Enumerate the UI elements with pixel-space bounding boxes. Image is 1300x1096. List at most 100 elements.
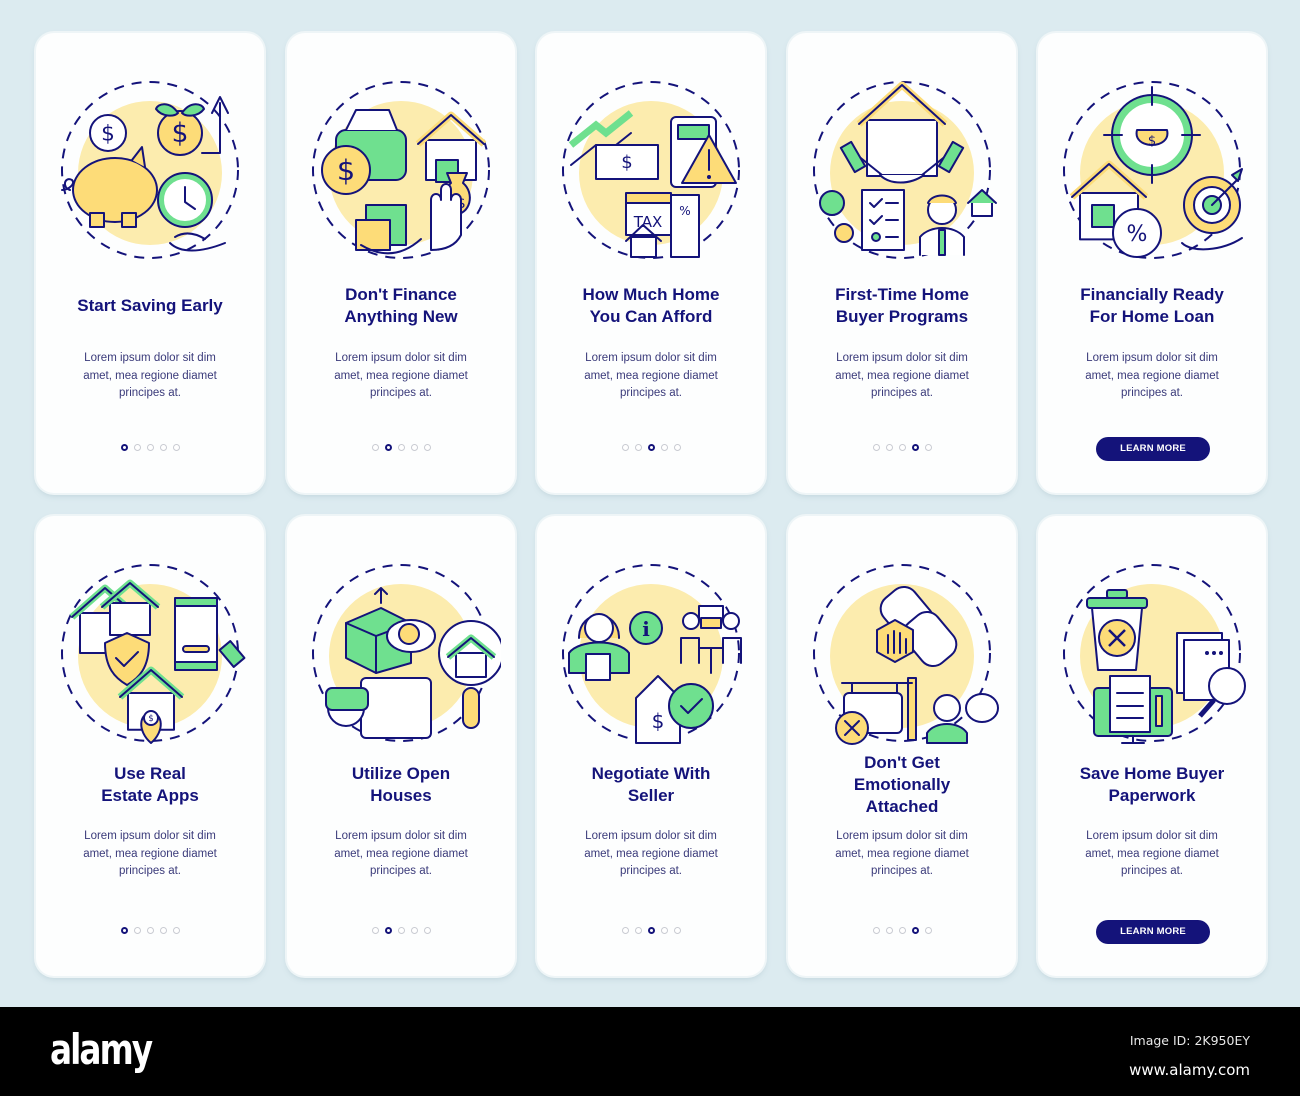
card-description: Lorem ipsum dolor sit dim amet, mea regi… xyxy=(835,830,969,877)
documents-paperwork-icon xyxy=(1052,558,1252,748)
pagination-dots xyxy=(788,927,1016,937)
svg-text:$: $ xyxy=(101,122,115,147)
pagination-dots xyxy=(36,444,264,454)
car-house-shopping-stop-icon-art: $$ xyxy=(312,81,490,259)
pagination-dots xyxy=(287,927,515,937)
pagination-dot[interactable] xyxy=(924,927,932,934)
pagination-dot[interactable] xyxy=(885,927,893,934)
pagination-dot[interactable] xyxy=(172,444,180,451)
card-description: Lorem ipsum dolor sit dim amet, mea regi… xyxy=(1085,830,1219,877)
svg-text:$: $ xyxy=(172,118,189,149)
pagination-dot[interactable] xyxy=(159,927,167,934)
onboarding-card-first-time-home-buyer-programs: First-Time Home Buyer Programs Lorem ips… xyxy=(788,33,1016,493)
pagination-dots xyxy=(537,927,765,937)
svg-text:$: $ xyxy=(337,153,355,187)
card-description: Lorem ipsum dolor sit dim amet, mea regi… xyxy=(835,352,969,399)
pagination-dot[interactable] xyxy=(634,444,642,451)
onboarding-card-start-saving-early: $ $ Start Saving Early Lorem ipsum dolor … xyxy=(36,33,264,493)
image-id-label: Image ID: 2K950EY xyxy=(1129,1033,1250,1048)
pagination-dot[interactable] xyxy=(133,927,141,934)
pagination-dot[interactable] xyxy=(410,927,418,934)
real-estate-app-icon: $ xyxy=(50,558,250,748)
virtual-tour-vr-icon xyxy=(301,558,501,748)
onboarding-card-use-real-estate-apps: $ Use Real Estate Apps Lorem ipsum dolor… xyxy=(36,516,264,976)
learn-more-button[interactable]: LEARN MORE xyxy=(1096,437,1210,461)
pagination-dot[interactable] xyxy=(673,927,681,934)
virtual-tour-vr-icon-art xyxy=(312,564,501,742)
handshake-checklist-agent-icon xyxy=(802,75,1002,265)
card-title: Utilize Open Houses xyxy=(351,764,451,805)
pagination-dot[interactable] xyxy=(397,444,405,451)
piggy-bank-savings-icon-art: $ $ xyxy=(61,81,239,259)
pagination-dot[interactable] xyxy=(172,927,180,934)
pagination-dots xyxy=(36,927,264,937)
svg-text:$: $ xyxy=(148,713,153,723)
documents-paperwork-icon-art xyxy=(1063,564,1246,744)
card-description: Lorem ipsum dolor sit dim amet, mea regi… xyxy=(1085,352,1219,399)
stop-attachment-chain-icon xyxy=(802,558,1002,748)
onboarding-card-dont-finance-anything-new: $$ Don't Finance Anything New Lorem ipsu… xyxy=(287,33,515,493)
calculator-tax-warning-icon: $ TAX% xyxy=(551,75,751,265)
learn-more-button[interactable]: LEARN MORE xyxy=(1096,920,1210,944)
pagination-dot[interactable] xyxy=(924,444,932,451)
pagination-dot[interactable] xyxy=(660,444,668,451)
brand-logo: alamy xyxy=(50,1025,153,1074)
pagination-dot[interactable] xyxy=(146,927,154,934)
negotiation-price-tag-icon-art: i$ xyxy=(562,564,742,744)
pagination-dot[interactable] xyxy=(634,927,642,934)
pagination-dot[interactable] xyxy=(133,444,141,451)
pagination-dot[interactable] xyxy=(621,927,629,934)
pagination-dot-active[interactable] xyxy=(647,444,655,451)
pagination-dot[interactable] xyxy=(660,927,668,934)
piggy-bank-savings-icon: $ $ xyxy=(50,75,250,265)
pagination-dots xyxy=(287,444,515,454)
real-estate-app-icon-art: $ xyxy=(61,564,246,744)
card-title: First-Time Home Buyer Programs xyxy=(835,285,969,326)
pagination-dot[interactable] xyxy=(872,927,880,934)
card-description: Lorem ipsum dolor sit dim amet, mea regi… xyxy=(584,830,718,877)
card-title: Start Saving Early xyxy=(77,296,223,315)
onboarding-screens-grid: $ $ Start Saving Early Lorem ipsum dolor … xyxy=(0,0,1300,1005)
pagination-dot[interactable] xyxy=(397,927,405,934)
onboarding-card-negotiate-with-seller: i $ Negotiate With Seller Lorem ipsum dol… xyxy=(537,516,765,976)
calculator-tax-warning-icon-art: $TAX% xyxy=(562,81,740,259)
pagination-dots xyxy=(537,444,765,454)
pagination-dot[interactable] xyxy=(371,927,379,934)
pagination-dot-active[interactable] xyxy=(120,444,128,451)
pagination-dot-active[interactable] xyxy=(911,444,919,451)
card-title: Financially Ready For Home Loan xyxy=(1080,285,1224,326)
pagination-dot[interactable] xyxy=(885,444,893,451)
pagination-dot[interactable] xyxy=(423,444,431,451)
handshake-checklist-agent-icon-art xyxy=(813,81,997,259)
pagination-dot[interactable] xyxy=(621,444,629,451)
card-description: Lorem ipsum dolor sit dim amet, mea regi… xyxy=(83,830,217,877)
pagination-dot[interactable] xyxy=(673,444,681,451)
wallet-target-loan-icon-art: $% xyxy=(1063,81,1243,259)
svg-text:i: i xyxy=(642,617,650,641)
pagination-dot[interactable] xyxy=(898,444,906,451)
card-title: Negotiate With Seller xyxy=(591,764,711,805)
pagination-dot-active[interactable] xyxy=(911,927,919,934)
card-description: Lorem ipsum dolor sit dim amet, mea regi… xyxy=(83,352,217,399)
pagination-dot-active[interactable] xyxy=(120,927,128,934)
pagination-dot[interactable] xyxy=(371,444,379,451)
card-description: Lorem ipsum dolor sit dim amet, mea regi… xyxy=(334,830,468,877)
pagination-dot[interactable] xyxy=(872,444,880,451)
card-title: Use Real Estate Apps xyxy=(101,764,199,805)
pagination-dot[interactable] xyxy=(159,444,167,451)
pagination-dot[interactable] xyxy=(410,444,418,451)
card-title: Don't Get Emotionally Attached xyxy=(853,753,951,816)
wallet-target-loan-icon: $% xyxy=(1052,75,1252,265)
website-label: www.alamy.com xyxy=(1129,1061,1250,1079)
pagination-dot[interactable] xyxy=(898,927,906,934)
pagination-dot-active[interactable] xyxy=(384,927,392,934)
pagination-dot[interactable] xyxy=(146,444,154,451)
pagination-dot-active[interactable] xyxy=(647,927,655,934)
onboarding-card-save-home-buyer-paperwork: Save Home Buyer Paperwork Lorem ipsum do… xyxy=(1038,516,1266,976)
card-description: Lorem ipsum dolor sit dim amet, mea regi… xyxy=(334,352,468,399)
svg-text:%: % xyxy=(679,204,690,218)
pagination-dot[interactable] xyxy=(423,927,431,934)
stop-attachment-chain-icon-art xyxy=(813,564,999,745)
card-title: Don't Finance Anything New xyxy=(344,285,458,326)
pagination-dot-active[interactable] xyxy=(384,444,392,451)
